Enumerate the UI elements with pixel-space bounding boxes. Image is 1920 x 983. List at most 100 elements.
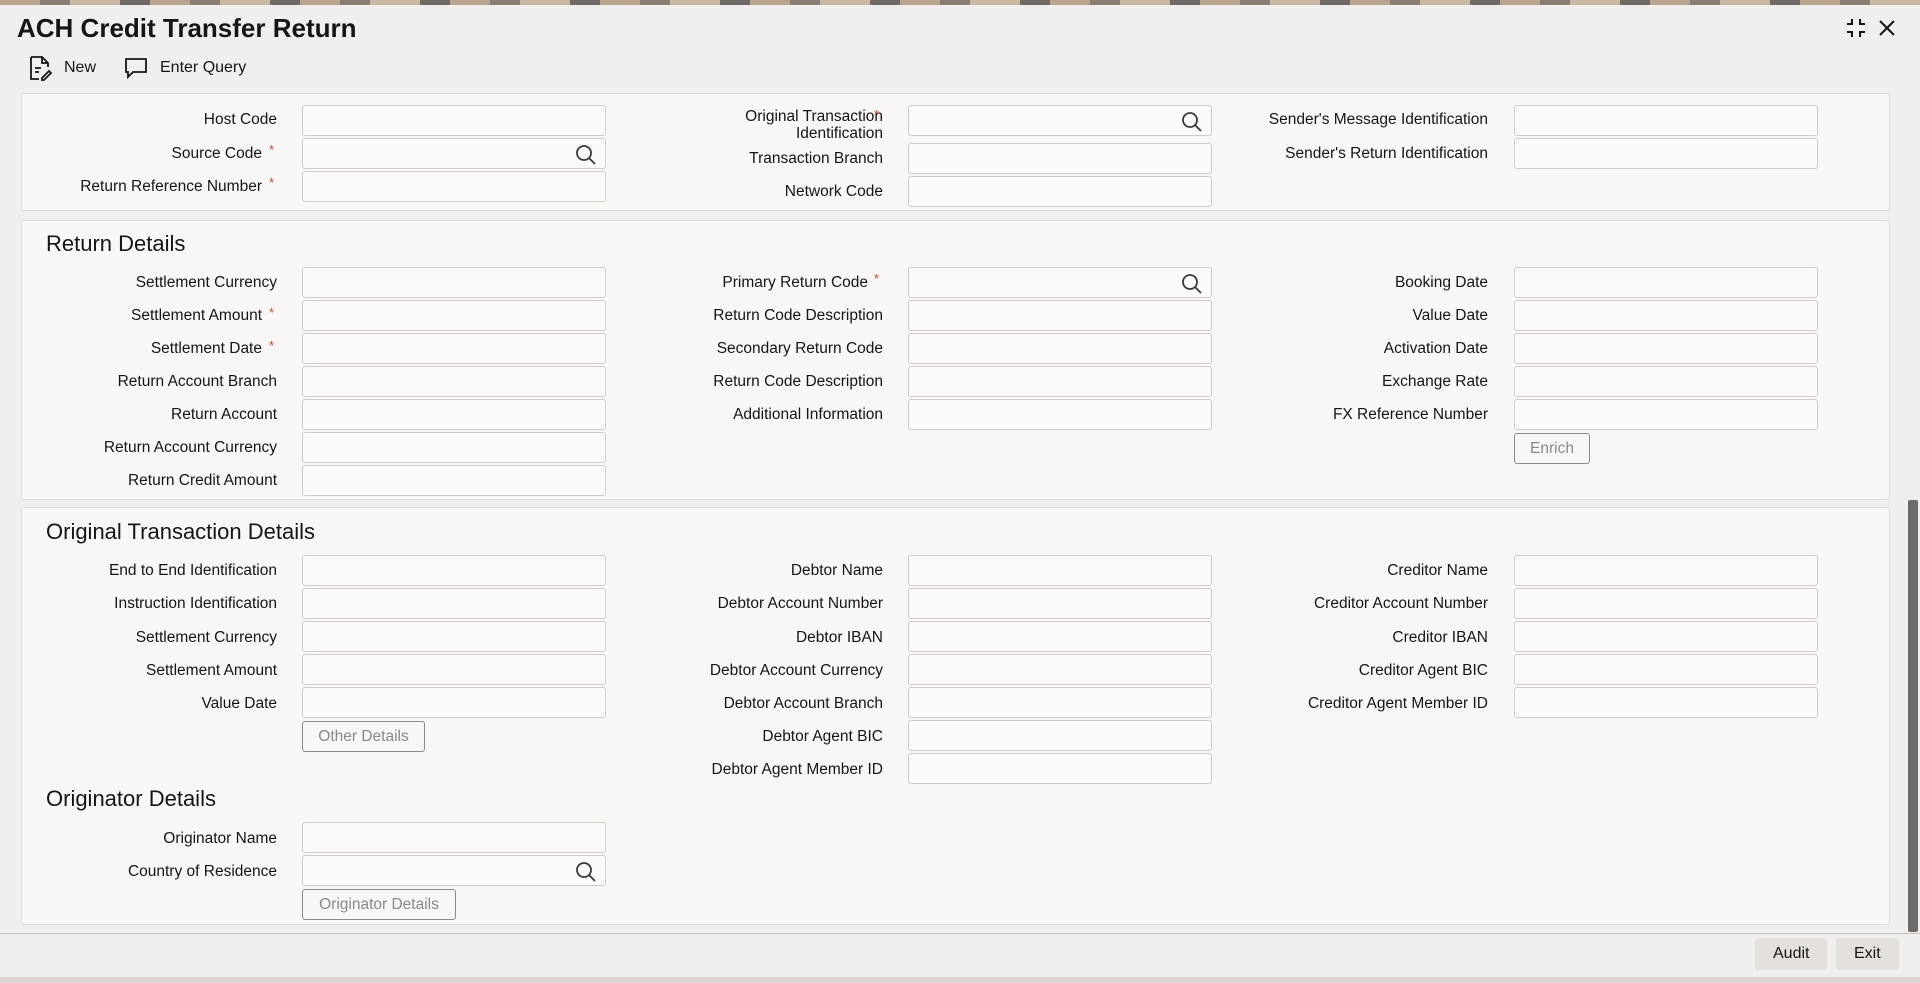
label-settlement-amount: Settlement Amount (131, 307, 262, 324)
settlement-amount-field[interactable] (302, 300, 606, 331)
return-credit-amount-field[interactable] (302, 465, 606, 496)
creditor-agent-bic-field[interactable] (1514, 654, 1818, 685)
maximize-icon[interactable] (1843, 15, 1869, 41)
fx-reference-number-field[interactable] (1514, 399, 1818, 430)
section-title-return-details: Return Details (46, 231, 186, 256)
search-icon[interactable] (575, 861, 597, 883)
footer-bar: Audit Exit (0, 933, 1920, 978)
end-to-end-identification-field[interactable] (302, 555, 606, 586)
debtor-name-field[interactable] (908, 555, 1212, 586)
label-network-code: Network Code (784, 183, 883, 200)
label-ot-settlement-amount: Settlement Amount (146, 662, 277, 679)
senders-return-identification-field[interactable] (1514, 138, 1818, 169)
label-fx-reference-number: FX Reference Number (1332, 406, 1488, 423)
primary-return-code-field[interactable] (908, 267, 1212, 298)
label-originator-name: Originator Name (163, 830, 277, 847)
originator-details-button[interactable]: Originator Details (302, 889, 456, 920)
ot-settlement-currency-field[interactable] (302, 621, 606, 652)
original-transaction-identification-field[interactable] (908, 105, 1212, 136)
country-of-residence-field[interactable] (302, 855, 606, 886)
booking-date-field[interactable] (1514, 267, 1818, 298)
label-booking-date: Booking Date (1394, 274, 1488, 291)
label-debtor-account-currency: Debtor Account Currency (709, 662, 883, 679)
debtor-iban-field[interactable] (908, 621, 1212, 652)
creditor-iban-field[interactable] (1514, 621, 1818, 652)
label-secondary-return-code: Secondary Return Code (716, 340, 883, 357)
additional-information-field[interactable] (908, 399, 1212, 430)
search-icon[interactable] (1181, 111, 1203, 133)
enrich-button[interactable]: Enrich (1514, 433, 1590, 464)
label-return-account: Return Account (171, 406, 277, 423)
transaction-branch-field[interactable] (908, 143, 1212, 174)
label-ot-value-date: Value Date (201, 695, 277, 712)
value-date-field[interactable] (1514, 300, 1818, 331)
label-return-reference-number: Return Reference Number (80, 178, 262, 195)
label-exchange-rate: Exchange Rate (1382, 373, 1488, 390)
creditor-name-field[interactable] (1514, 555, 1818, 586)
debtor-account-branch-field[interactable] (908, 687, 1212, 718)
search-icon[interactable] (1181, 273, 1203, 295)
return-account-field[interactable] (302, 399, 606, 430)
window-title: ACH Credit Transfer Return (17, 13, 357, 43)
settlement-currency-field[interactable] (302, 267, 606, 298)
required-marker: * (269, 142, 275, 157)
host-code-field[interactable] (302, 105, 606, 136)
label-primary-return-code: Primary Return Code (722, 274, 868, 291)
label-debtor-agent-bic: Debtor Agent BIC (762, 728, 883, 745)
senders-message-identification-field[interactable] (1514, 105, 1818, 136)
exchange-rate-field[interactable] (1514, 366, 1818, 397)
label-host-code: Host Code (203, 111, 277, 128)
other-details-button[interactable]: Other Details (302, 721, 425, 752)
label-line-2: Identification (795, 125, 883, 142)
label-creditor-agent-bic: Creditor Agent BIC (1358, 662, 1488, 679)
debtor-account-number-field[interactable] (908, 588, 1212, 619)
search-icon[interactable] (575, 144, 597, 166)
debtor-account-currency-field[interactable] (908, 654, 1212, 685)
toolbar: New Enter Query (0, 53, 1920, 83)
vertical-scrollbar[interactable] (1908, 500, 1918, 932)
enter-query-button[interactable]: Enter Query (124, 53, 246, 83)
settlement-date-field[interactable] (302, 333, 606, 364)
label-additional-information: Additional Information (733, 406, 883, 423)
ot-value-date-field[interactable] (302, 687, 606, 718)
close-icon[interactable] (1874, 15, 1900, 41)
required-marker: * (269, 305, 275, 320)
activation-date-field[interactable] (1514, 333, 1818, 364)
debtor-agent-member-id-field[interactable] (908, 753, 1212, 784)
label-transaction-branch: Transaction Branch (749, 150, 883, 167)
creditor-agent-member-id-field[interactable] (1514, 687, 1818, 718)
originator-name-field[interactable] (302, 822, 606, 853)
label-instruction-identification: Instruction Identification (114, 595, 277, 612)
return-code-description-2-field[interactable] (908, 366, 1212, 397)
exit-button[interactable]: Exit (1836, 938, 1899, 970)
label-debtor-account-branch: Debtor Account Branch (723, 695, 883, 712)
label-debtor-agent-member-id: Debtor Agent Member ID (711, 761, 883, 778)
return-code-description-field[interactable] (908, 300, 1212, 331)
label-ot-settlement-currency: Settlement Currency (135, 629, 277, 646)
creditor-account-number-field[interactable] (1514, 588, 1818, 619)
new-label: New (64, 59, 97, 76)
return-reference-number-field[interactable] (302, 171, 606, 202)
chat-bubble-icon (125, 58, 147, 79)
label-value-date: Value Date (1412, 307, 1488, 324)
source-code-field[interactable] (302, 138, 606, 169)
ot-settlement-amount-field[interactable] (302, 654, 606, 685)
label-settlement-date: Settlement Date (150, 340, 262, 357)
return-account-currency-field[interactable] (302, 432, 606, 463)
label-debtor-account-number: Debtor Account Number (717, 595, 883, 612)
label-return-account-currency: Return Account Currency (103, 439, 277, 456)
secondary-return-code-field[interactable] (908, 333, 1212, 364)
new-button[interactable]: New (28, 53, 96, 83)
section-title-originator-details: Originator Details (46, 786, 216, 811)
debtor-agent-bic-field[interactable] (908, 720, 1212, 751)
label-debtor-name: Debtor Name (790, 562, 883, 579)
section-title-original-transaction-details: Original Transaction Details (46, 519, 316, 544)
network-code-field[interactable] (908, 176, 1212, 207)
document-edit-icon (30, 56, 52, 81)
return-account-branch-field[interactable] (302, 366, 606, 397)
instruction-identification-field[interactable] (302, 588, 606, 619)
label-creditor-account-number: Creditor Account Number (1313, 595, 1488, 612)
label-return-code-description-2: Return Code Description (713, 373, 883, 390)
label-activation-date: Activation Date (1383, 340, 1488, 357)
audit-button[interactable]: Audit (1755, 938, 1828, 970)
